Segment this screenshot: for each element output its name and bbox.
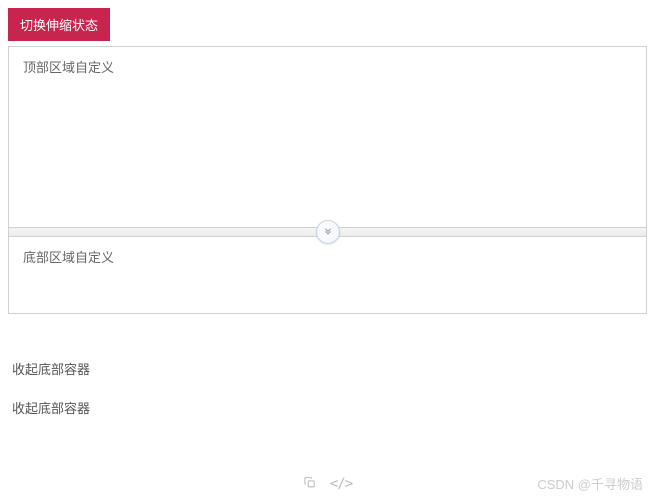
top-panel-text: 顶部区域自定义	[23, 57, 632, 76]
copy-icon[interactable]	[303, 476, 316, 492]
bottom-panel: 底部区域自定义	[8, 236, 647, 314]
collapse-bottom-link[interactable]: 收起底部容器	[8, 388, 647, 427]
watermark-text: CSDN @千寻物语	[537, 474, 643, 493]
chevron-down-icon	[323, 223, 333, 241]
top-panel: 顶部区域自定义	[8, 46, 647, 228]
toggle-stretch-button[interactable]: 切换伸缩状态	[8, 8, 110, 41]
splitter-handle[interactable]	[316, 220, 340, 244]
bottom-panel-text: 底部区域自定义	[23, 247, 632, 266]
footer-bar: </> CSDN @千寻物语	[0, 474, 655, 493]
link-list: 收起底部容器 收起底部容器	[8, 349, 647, 427]
collapse-bottom-link[interactable]: 收起底部容器	[8, 349, 647, 388]
code-icon[interactable]: </>	[330, 476, 352, 492]
splitter-bar[interactable]	[8, 228, 647, 236]
